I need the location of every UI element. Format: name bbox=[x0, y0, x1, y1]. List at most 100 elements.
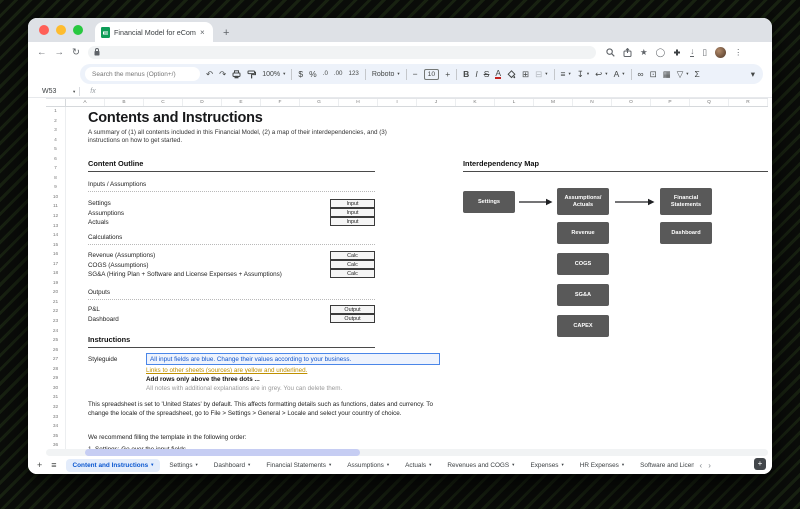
text-wrap-icon[interactable]: ↩ bbox=[595, 70, 602, 79]
column-header[interactable]: O bbox=[612, 99, 651, 106]
styleguide-line[interactable]: Add rows only above the three dots ... bbox=[146, 376, 260, 383]
fill-color-icon[interactable] bbox=[507, 70, 516, 79]
row-header[interactable]: 30 bbox=[46, 384, 65, 394]
sheet-tab-caret-icon[interactable]: ▾ bbox=[196, 462, 198, 468]
extensions-puzzle-icon[interactable] bbox=[673, 48, 682, 57]
outline-item[interactable]: P&L bbox=[88, 306, 100, 313]
sheet-tab-caret-icon[interactable]: ▾ bbox=[622, 462, 624, 468]
merge-cells-icon[interactable]: ⊟ bbox=[535, 70, 542, 79]
row-header[interactable]: 36 bbox=[46, 441, 65, 449]
column-header[interactable]: B bbox=[105, 99, 144, 106]
badge-calc[interactable]: Calc bbox=[330, 269, 375, 279]
select-all-corner[interactable] bbox=[46, 99, 66, 106]
row-header[interactable]: 18 bbox=[46, 269, 65, 279]
row-header[interactable]: 2 bbox=[46, 117, 65, 127]
downloads-icon[interactable]: ↓ bbox=[690, 47, 694, 57]
outline-item[interactable]: Revenue (Assumptions) bbox=[88, 252, 155, 259]
group-label-outputs[interactable]: Outputs bbox=[88, 289, 375, 300]
column-header[interactable]: D bbox=[183, 99, 222, 106]
sheet-tab-caret-icon[interactable]: ▾ bbox=[429, 462, 431, 468]
insert-chart-icon[interactable]: ▦ bbox=[663, 70, 671, 79]
address-bar[interactable] bbox=[88, 46, 596, 59]
row-header[interactable]: 4 bbox=[46, 136, 65, 146]
outline-item[interactable]: Assumptions bbox=[88, 210, 124, 217]
row-header[interactable]: 35 bbox=[46, 432, 65, 442]
tab-close-icon[interactable]: × bbox=[200, 28, 205, 37]
interdependency-map-heading[interactable]: Interdependency Map bbox=[463, 159, 768, 172]
row-header[interactable]: 33 bbox=[46, 413, 65, 423]
sheet-tab-caret-icon[interactable]: ▾ bbox=[151, 462, 153, 468]
column-header[interactable]: G bbox=[300, 99, 339, 106]
paint-format-icon[interactable] bbox=[247, 70, 256, 79]
content-outline-heading[interactable]: Content Outline bbox=[88, 159, 375, 172]
outline-item[interactable]: SG&A (Hiring Plan + Software and License… bbox=[88, 271, 282, 278]
column-header[interactable]: N bbox=[573, 99, 612, 106]
column-header[interactable]: P bbox=[651, 99, 690, 106]
row-header[interactable]: 27 bbox=[46, 355, 65, 365]
row-header[interactable]: 6 bbox=[46, 155, 65, 165]
italic-icon[interactable]: I bbox=[475, 70, 477, 79]
row-header[interactable]: 20 bbox=[46, 288, 65, 298]
sheet-tab[interactable]: Content and Instructions ▾ bbox=[66, 459, 161, 472]
side-panel-icon[interactable]: ▯ bbox=[702, 48, 707, 57]
column-header[interactable]: H bbox=[339, 99, 378, 106]
sheet-tab-caret-icon[interactable]: ▾ bbox=[248, 462, 250, 468]
functions-icon[interactable]: Σ bbox=[695, 70, 700, 79]
group-label-calculations[interactable]: Calculations bbox=[88, 234, 375, 245]
horizontal-align-icon[interactable]: ≡ bbox=[561, 70, 566, 79]
strikethrough-icon[interactable]: S bbox=[484, 70, 490, 79]
sheet-tab[interactable]: Software and License Expenses ▾ bbox=[633, 459, 693, 472]
row-header[interactable]: 7 bbox=[46, 164, 65, 174]
format-percent-icon[interactable]: % bbox=[309, 70, 317, 79]
column-header[interactable]: E bbox=[222, 99, 261, 106]
outline-item[interactable]: Actuals bbox=[88, 219, 109, 226]
bold-icon[interactable]: B bbox=[463, 70, 469, 79]
column-header[interactable]: M bbox=[534, 99, 573, 106]
create-filter-icon[interactable]: ▽ bbox=[677, 70, 684, 79]
badge-input[interactable]: Input bbox=[330, 217, 375, 227]
styleguide-line[interactable]: All notes with additional explanations a… bbox=[146, 385, 342, 392]
increase-font-size-icon[interactable]: + bbox=[445, 70, 450, 79]
sheet-tab-caret-icon[interactable]: ▾ bbox=[562, 462, 564, 468]
row-header[interactable]: 5 bbox=[46, 145, 65, 155]
sheet-tab[interactable]: Dashboard ▾ bbox=[207, 459, 258, 472]
column-header[interactable]: K bbox=[456, 99, 495, 106]
borders-icon[interactable]: ⊞ bbox=[522, 70, 529, 79]
more-formats-icon[interactable]: 123 bbox=[349, 71, 359, 77]
map-box-capex[interactable]: CAPEX bbox=[557, 315, 609, 337]
scroll-tabs-left-icon[interactable]: ‹ bbox=[700, 461, 703, 470]
font-size-input[interactable]: 10 bbox=[424, 69, 440, 80]
decrease-font-size-icon[interactable]: − bbox=[413, 70, 418, 79]
insert-link-icon[interactable]: ∞ bbox=[638, 70, 644, 79]
row-header[interactable]: 25 bbox=[46, 336, 65, 346]
chrome-menu-icon[interactable]: ⋮ bbox=[734, 48, 743, 57]
column-header[interactable]: A bbox=[66, 99, 105, 106]
map-box-cogs[interactable]: COGS bbox=[557, 253, 609, 275]
increase-decimal-icon[interactable]: .00 bbox=[334, 71, 343, 77]
column-header[interactable]: F bbox=[261, 99, 300, 106]
new-tab-button[interactable]: + bbox=[223, 27, 229, 39]
scroll-tabs-right-icon[interactable]: › bbox=[708, 461, 711, 470]
browser-tab[interactable]: Financial Model for eCommerce × bbox=[95, 22, 213, 42]
row-header[interactable]: 11 bbox=[46, 202, 65, 212]
row-header[interactable]: 3 bbox=[46, 126, 65, 136]
row-header[interactable]: 13 bbox=[46, 222, 65, 232]
styleguide-label[interactable]: Styleguide bbox=[88, 356, 117, 363]
map-box-assumptions-actuals[interactable]: Assumptions/ Actuals bbox=[557, 188, 609, 215]
bookmark-star-icon[interactable]: ★ bbox=[640, 48, 648, 57]
page-title[interactable]: Contents and Instructions bbox=[88, 110, 263, 126]
row-header[interactable]: 21 bbox=[46, 298, 65, 308]
column-header[interactable]: L bbox=[495, 99, 534, 106]
undo-icon[interactable]: ↶ bbox=[206, 70, 213, 79]
row-header[interactable]: 22 bbox=[46, 307, 65, 317]
column-header[interactable]: R bbox=[729, 99, 768, 106]
print-icon[interactable] bbox=[232, 70, 241, 79]
row-header[interactable]: 24 bbox=[46, 327, 65, 337]
locale-paragraph[interactable]: This spreadsheet is set to 'United State… bbox=[88, 400, 448, 419]
row-header[interactable]: 26 bbox=[46, 346, 65, 356]
font-family-select[interactable]: Roboto bbox=[372, 71, 395, 78]
sheet-tab[interactable]: Settings ▾ bbox=[162, 459, 204, 472]
share-icon[interactable] bbox=[623, 48, 632, 57]
sheet-tab-caret-icon[interactable]: ▾ bbox=[329, 462, 331, 468]
row-header[interactable]: 31 bbox=[46, 393, 65, 403]
